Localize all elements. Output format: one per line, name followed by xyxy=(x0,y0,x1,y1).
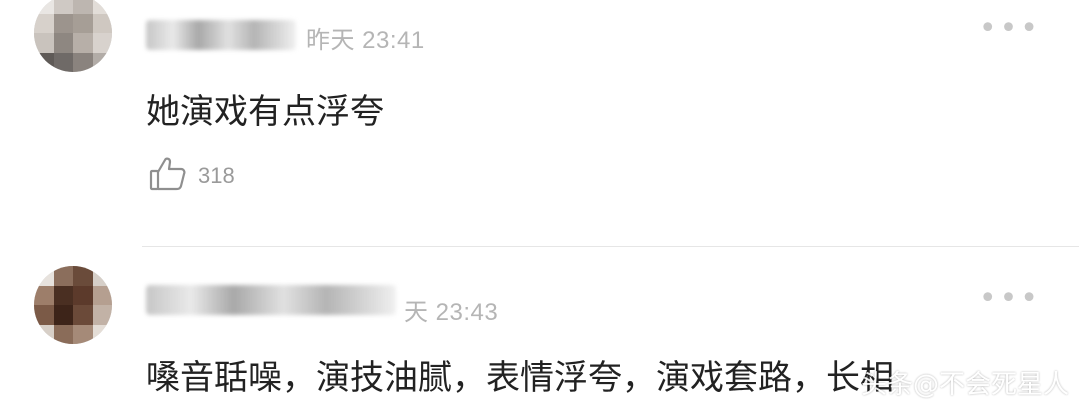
avatar[interactable] xyxy=(34,266,112,344)
comment-time: 昨天 23:41 xyxy=(306,27,425,54)
more-options-icon[interactable]: ••• xyxy=(979,14,1041,44)
comment-text: 她演戏有点浮夸 xyxy=(146,92,384,132)
username-blurred[interactable] xyxy=(146,20,296,50)
avatar[interactable] xyxy=(34,0,112,72)
more-options-icon[interactable]: ••• xyxy=(979,284,1041,314)
comment-text: 嗓音聒噪，演技油腻，表情浮夸，演戏套路，长相 xyxy=(146,358,894,398)
username-blurred[interactable] xyxy=(146,285,396,315)
avatar-mosaic xyxy=(34,266,112,344)
like-button[interactable]: 318 xyxy=(148,156,235,196)
watermark: 头条@不会死星人 xyxy=(860,370,1069,400)
comment-item: 昨天 23:41 ••• 她演戏有点浮夸 318 xyxy=(0,0,1079,240)
avatar-mosaic xyxy=(34,0,112,72)
comment-time: 天 23:43 xyxy=(404,299,499,326)
thumbs-up-icon xyxy=(148,154,188,198)
like-count: 318 xyxy=(198,163,235,188)
divider xyxy=(142,246,1079,247)
